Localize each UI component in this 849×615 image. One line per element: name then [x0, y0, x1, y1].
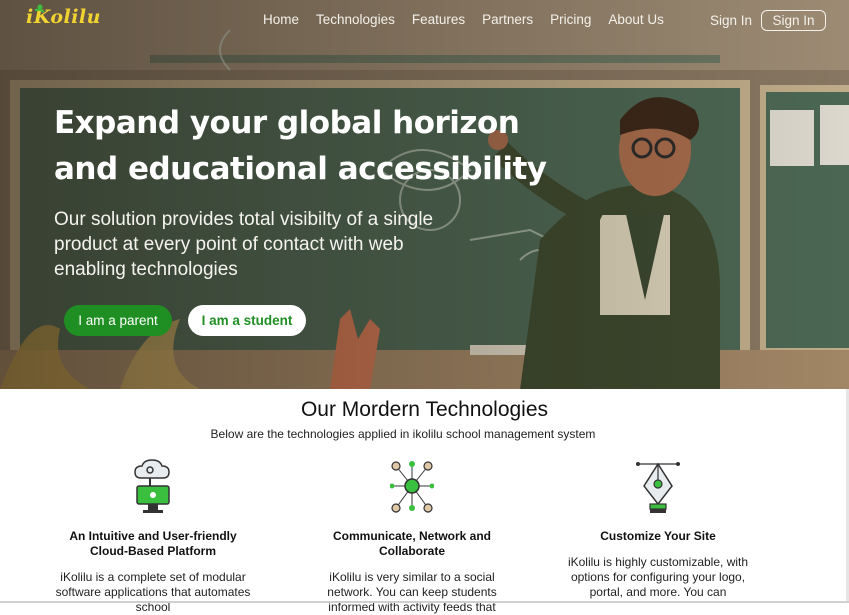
- nav-features[interactable]: Features: [412, 12, 465, 27]
- signin-link[interactable]: Sign In: [710, 13, 752, 28]
- nav-home[interactable]: Home: [263, 12, 299, 27]
- tech-card-desc: iKolilu is highly customizable, with opt…: [567, 555, 749, 599]
- tech-card-desc: iKolilu is a complete set of modular sof…: [55, 570, 251, 614]
- hero-subtitle: Our solution provides total visibilty of…: [54, 209, 434, 280]
- pen-tool-icon: [636, 462, 680, 513]
- tech-card-desc: iKolilu is very similar to a social netw…: [327, 570, 497, 614]
- logo-figure-icon: [34, 4, 45, 13]
- nav-technologies[interactable]: Technologies: [316, 12, 395, 27]
- tech-card-title: An Intuitive and User-friendly Cloud-Bas…: [69, 529, 237, 558]
- signin-button[interactable]: Sign In: [761, 10, 826, 31]
- hero-title: Expand your global horizon and education…: [54, 100, 574, 192]
- cloud-computer-icon: [134, 459, 170, 513]
- hero-title-line2: and educational accessibility: [54, 151, 547, 187]
- hero-title-line1: Expand your global horizon: [54, 105, 520, 141]
- tech-card-network: Communicate, Network and Collaborate iKo…: [312, 458, 512, 615]
- network-icon: [389, 461, 435, 513]
- technologies-title: Our Mordern Technologies: [300, 398, 549, 421]
- nav-about-us[interactable]: About Us: [608, 12, 664, 27]
- nav-pricing[interactable]: Pricing: [550, 12, 591, 27]
- main-nav: Home Technologies Features Partners Pric…: [263, 12, 681, 27]
- nav-partners[interactable]: Partners: [482, 12, 533, 27]
- tech-card-customize: Customize Your Site iKolilu is highly cu…: [558, 458, 758, 600]
- technologies-subtitle: Below are the technologies applied in ik…: [210, 427, 596, 441]
- parent-button[interactable]: I am a parent: [64, 305, 172, 336]
- tech-card-title: Customize Your Site: [600, 529, 716, 543]
- tech-card-cloud: An Intuitive and User-friendly Cloud-Bas…: [53, 458, 253, 615]
- brand-logo[interactable]: iKolilu: [26, 4, 101, 28]
- student-button[interactable]: I am a student: [188, 305, 306, 336]
- hero-section: iKolilu Home Technologies Features Partn…: [0, 0, 849, 389]
- tech-card-title: Communicate, Network and Collaborate: [332, 529, 492, 558]
